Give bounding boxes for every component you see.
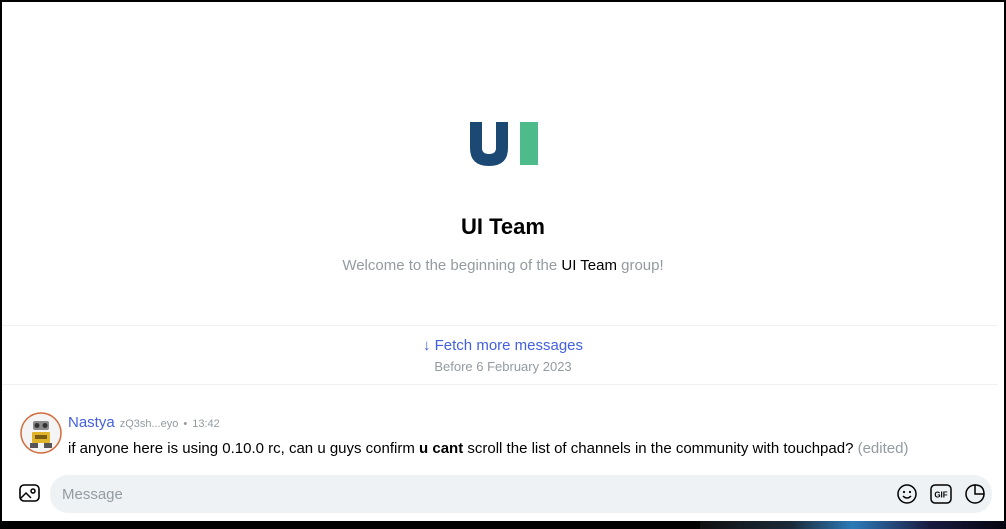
welcome-text: Welcome to the beginning of the UI Team … (2, 257, 1004, 274)
gif-icon[interactable]: GIF (930, 483, 952, 505)
message-text: if anyone here is using 0.10.0 rc, can u… (68, 440, 908, 457)
message-time: 13:42 (192, 418, 220, 430)
scrollbar[interactable] (998, 2, 1004, 521)
welcome-prefix: Welcome to the beginning of the (342, 257, 558, 274)
message-text-before: if anyone here is using 0.10.0 rc, can u… (68, 440, 415, 457)
separator-dot: • (183, 418, 188, 430)
desktop-background (700, 521, 1006, 529)
message-input[interactable] (62, 475, 882, 513)
avatar[interactable] (20, 412, 62, 454)
welcome-group-name: UI Team (561, 257, 617, 274)
edited-marker: (edited) (857, 440, 909, 457)
group-title: UI Team (461, 214, 545, 239)
message-pubkey: zQ3sh...eyo (119, 418, 179, 430)
welcome-suffix: group! (621, 257, 664, 274)
message-header: Nastya zQ3sh...eyo • 13:42 (68, 414, 220, 431)
message-composer: GIF (50, 475, 992, 513)
fetch-before-date: Before 6 February 2023 (434, 359, 572, 374)
emoji-icon[interactable] (896, 483, 918, 505)
chat-window: UI Team Welcome to the beginning of the … (2, 2, 1004, 521)
sticker-icon[interactable] (964, 483, 986, 505)
robot-avatar-icon (20, 412, 62, 454)
message-author[interactable]: Nastya (68, 414, 115, 431)
divider (2, 384, 1004, 385)
message-text-after: scroll the list of channels in the commu… (467, 440, 854, 457)
gif-label: GIF (934, 491, 947, 500)
fetch-more-messages-button[interactable]: ↓ Fetch more messages (2, 337, 1004, 354)
divider (2, 325, 1004, 326)
message-text-bold: u cant (419, 440, 464, 457)
image-icon[interactable] (18, 482, 42, 504)
group-logo (470, 122, 538, 166)
